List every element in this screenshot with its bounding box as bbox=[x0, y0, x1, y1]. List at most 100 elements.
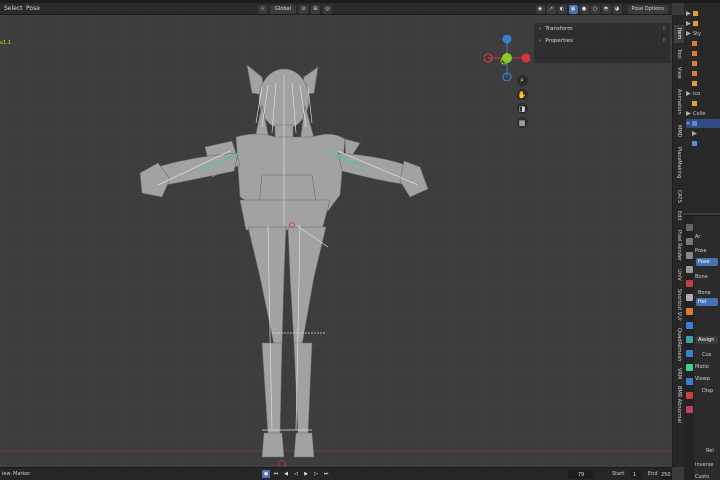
tab-placemaking[interactable]: PlaceMaking bbox=[674, 143, 684, 183]
constraint-tab-icon[interactable] bbox=[686, 350, 693, 357]
world-tab-icon[interactable] bbox=[686, 294, 693, 301]
start-frame-field[interactable]: 1 bbox=[630, 470, 642, 479]
jump-end-icon[interactable]: ⏭ bbox=[322, 470, 330, 478]
rendered-shading-icon[interactable]: ◕ bbox=[612, 4, 622, 14]
custom-props-section[interactable]: Custo bbox=[695, 472, 709, 480]
wireframe-icon[interactable]: ○ bbox=[590, 4, 600, 14]
orientation-dropdown[interactable]: Global bbox=[270, 4, 296, 14]
material-shading-icon[interactable]: ◓ bbox=[601, 4, 611, 14]
zoom-icon[interactable]: ⌕ bbox=[516, 75, 528, 86]
bone-constraint-tab-icon[interactable] bbox=[686, 392, 693, 399]
outliner-item[interactable]: Colle bbox=[686, 109, 705, 118]
render-tab-icon[interactable] bbox=[686, 238, 693, 245]
pose-button[interactable]: Pose bbox=[696, 258, 718, 266]
outliner-item[interactable] bbox=[692, 79, 697, 88]
tab-cats[interactable]: CATS bbox=[674, 187, 684, 205]
physics-tab-icon[interactable] bbox=[686, 336, 693, 343]
current-frame-field[interactable]: 79 bbox=[568, 470, 594, 479]
ortho-grid-icon[interactable]: ▦ bbox=[516, 117, 528, 128]
solid-shading-icon[interactable]: ● bbox=[579, 4, 589, 14]
tab-pixel-render[interactable]: Pixel Render bbox=[674, 227, 684, 263]
bone-tab-icon[interactable] bbox=[686, 378, 693, 385]
tab-edit[interactable]: Edit bbox=[674, 209, 684, 223]
outliner-item[interactable] bbox=[686, 19, 698, 28]
outliner-item[interactable] bbox=[692, 39, 697, 48]
transform-orientation-icon[interactable]: ⊹ bbox=[258, 4, 267, 14]
play-icon[interactable]: ▶ bbox=[302, 470, 310, 478]
tool-tab-icon[interactable] bbox=[686, 224, 693, 231]
snap-icon[interactable]: ⊞ bbox=[311, 4, 320, 14]
bone-icon bbox=[692, 141, 697, 146]
tab-animation[interactable]: Animation bbox=[674, 85, 684, 119]
scene-tab-icon[interactable] bbox=[686, 280, 693, 287]
outliner-item[interactable]: Sty bbox=[686, 29, 701, 38]
outliner-item-selected[interactable]: ✕ bbox=[686, 119, 720, 128]
outliner-label: ico bbox=[693, 90, 701, 97]
outliner-item[interactable] bbox=[692, 99, 697, 108]
overlay-icon[interactable]: ◐ bbox=[557, 4, 567, 14]
viewport-nav-tools: ⌕ ✋ ◨ ▦ bbox=[515, 75, 529, 128]
3d-viewport[interactable]: x1.1 ⌕ ✋ ◨ ▦ › Transform › Properties ⠿ ⠿ bbox=[0, 15, 672, 467]
outliner-item[interactable]: ico bbox=[686, 89, 700, 98]
outliner-item[interactable] bbox=[692, 59, 697, 68]
prev-key-icon[interactable]: ◀ bbox=[282, 470, 290, 478]
tab-vrm[interactable]: VRM bbox=[674, 367, 684, 381]
jump-start-icon[interactable]: ⏮ bbox=[272, 470, 280, 478]
output-tab-icon[interactable] bbox=[686, 252, 693, 259]
viewport-section[interactable]: Viewp bbox=[695, 374, 710, 383]
outliner-item[interactable] bbox=[692, 139, 697, 148]
tab-bmr-abnormal[interactable]: BMR Abnormal bbox=[674, 385, 684, 423]
bone-section[interactable]: Bone bbox=[695, 272, 708, 281]
tab-mmd[interactable]: MMD bbox=[674, 123, 684, 139]
timeline-view-menu[interactable]: iew bbox=[2, 471, 11, 477]
tab-shortcut-vur[interactable]: Shortcut VUr bbox=[674, 287, 684, 323]
menu-select[interactable]: Select bbox=[4, 5, 23, 12]
panel-transform[interactable]: › Transform bbox=[534, 23, 670, 35]
properties-editor: Ar Pose Pose Bone Bone Hel Assign Cus Mo… bbox=[684, 215, 720, 480]
drag-handle-icon[interactable]: ⠿ bbox=[662, 38, 666, 44]
object-tab-icon[interactable] bbox=[686, 308, 693, 315]
tab-view[interactable]: View bbox=[674, 65, 684, 81]
viewport-corner-label: x1.1 bbox=[0, 40, 11, 46]
view-layer-tab-icon[interactable] bbox=[686, 266, 693, 273]
outliner-item[interactable] bbox=[692, 49, 697, 58]
motion-section[interactable]: Motio bbox=[695, 362, 709, 371]
properties-tabs bbox=[684, 216, 694, 480]
pan-hand-icon[interactable]: ✋ bbox=[516, 89, 528, 100]
end-frame-field[interactable]: 250 bbox=[660, 470, 672, 479]
next-key-icon[interactable]: ▷ bbox=[312, 470, 320, 478]
play-reverse-icon[interactable]: ◁ bbox=[292, 470, 300, 478]
outliner-item[interactable] bbox=[692, 129, 697, 138]
pivot-icon[interactable]: ⊙ bbox=[299, 4, 308, 14]
menu-pose[interactable]: Pose bbox=[26, 5, 40, 12]
modifier-tab-icon[interactable] bbox=[686, 322, 693, 329]
record-icon[interactable]: ● bbox=[262, 470, 270, 478]
tab-univ[interactable]: UniV bbox=[674, 267, 684, 283]
bone-row[interactable]: Bone bbox=[698, 288, 711, 297]
proportional-icon[interactable]: ◎ bbox=[323, 4, 332, 14]
outliner-item[interactable] bbox=[692, 69, 697, 78]
inverse-section[interactable]: Inverse bbox=[695, 460, 713, 469]
xray-icon[interactable]: ▣ bbox=[568, 4, 578, 14]
pose-section[interactable]: Pose bbox=[695, 246, 707, 255]
tab-tool[interactable]: Tool bbox=[674, 47, 684, 61]
panel-transform-label: Transform bbox=[545, 26, 573, 32]
drag-handle-icon[interactable]: ⠿ bbox=[662, 26, 666, 32]
gizmo-toggle-icon[interactable]: ↗ bbox=[546, 4, 556, 14]
tab-quadremesh[interactable]: QuadRemesh bbox=[674, 327, 684, 363]
chevron-right-icon: › bbox=[539, 38, 542, 44]
sidebar-tabs: Item Tool View Animation MMD PlaceMaking… bbox=[672, 15, 684, 467]
timeline-marker-menu[interactable]: Marker bbox=[13, 471, 30, 477]
texture-tab-icon[interactable] bbox=[686, 406, 693, 413]
camera-icon[interactable]: ◨ bbox=[516, 103, 528, 114]
bone-list-item[interactable]: Hel bbox=[696, 298, 718, 306]
visibility-icon[interactable]: ◉ bbox=[535, 4, 545, 14]
panel-properties[interactable]: › Properties bbox=[534, 35, 670, 47]
outliner-item[interactable] bbox=[686, 9, 698, 18]
expand-icon bbox=[686, 31, 691, 36]
tab-item[interactable]: Item bbox=[674, 25, 684, 43]
data-tab-icon[interactable] bbox=[686, 364, 693, 371]
assign-button[interactable]: Assign bbox=[696, 336, 718, 344]
custom-section[interactable]: Cus bbox=[702, 350, 711, 359]
pose-options-button[interactable]: Pose Options bbox=[627, 4, 668, 14]
